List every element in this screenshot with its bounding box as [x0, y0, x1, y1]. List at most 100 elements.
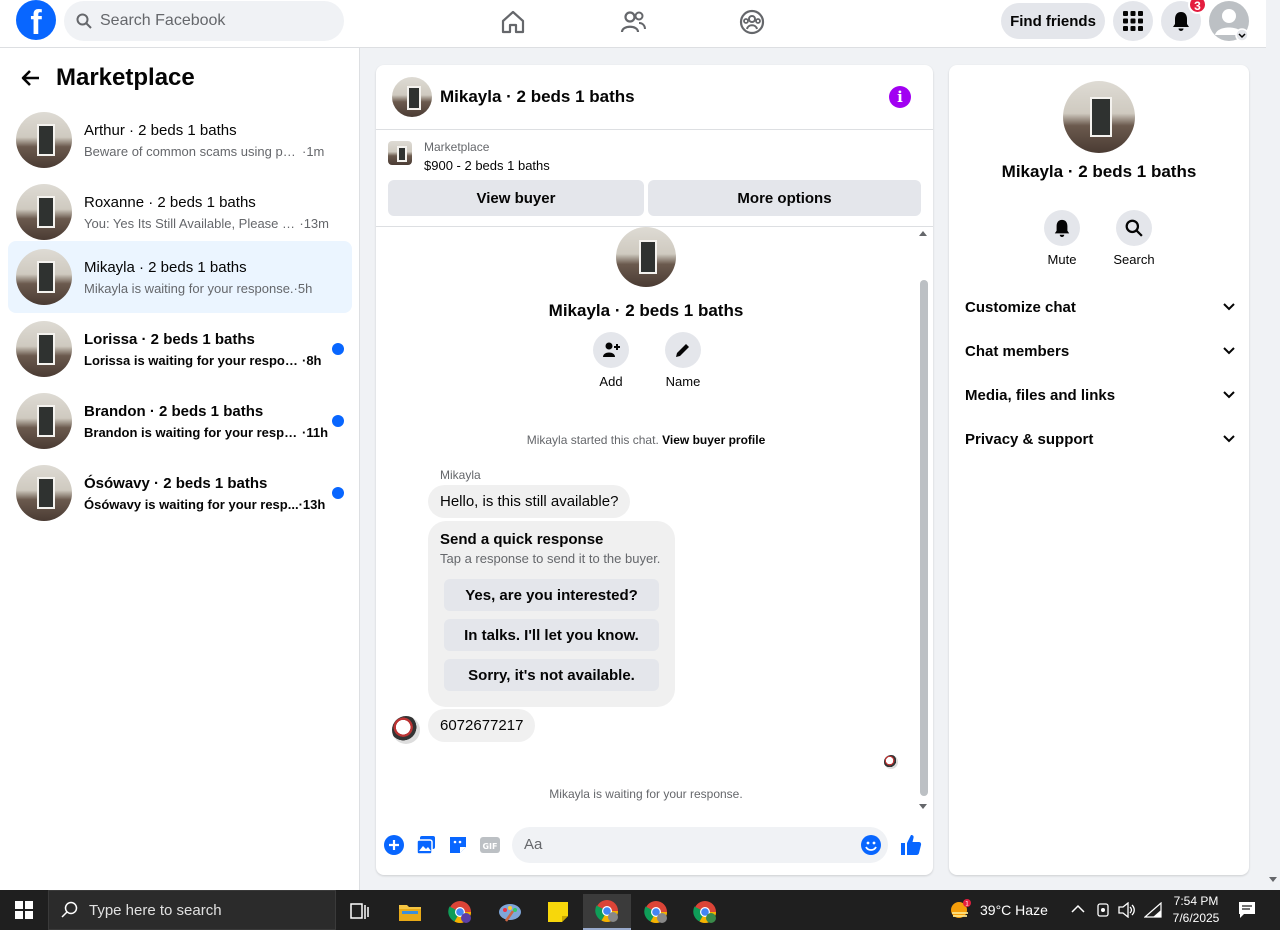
windows-logo-icon [15, 901, 33, 919]
chrome-app[interactable] [681, 894, 729, 930]
chat-started-notice: Mikayla started this chat. View buyer pr… [376, 433, 916, 447]
message-composer: GIF Aa [376, 825, 933, 865]
search-icon [1125, 219, 1143, 237]
svg-text:1: 1 [965, 901, 969, 908]
chrome-app-active[interactable] [583, 894, 631, 930]
paint-app[interactable] [486, 894, 534, 930]
conversation-list-panel: Marketplace Arthur · 2 beds 1 baths Bewa… [0, 48, 360, 890]
plus-circle-icon[interactable] [383, 834, 405, 856]
chat-members-section[interactable]: Chat members [965, 339, 1235, 363]
pencil-icon [676, 344, 689, 357]
folder-icon [399, 905, 421, 921]
sticky-note-icon [548, 902, 568, 922]
privacy-support-section[interactable]: Privacy & support [965, 427, 1235, 451]
chat-title[interactable]: Mikayla · 2 beds 1 baths [440, 87, 635, 107]
account-avatar[interactable] [1209, 1, 1249, 41]
conversation-snippet: Brandon is waiting for your respo... [84, 424, 302, 440]
notification-center-icon[interactable] [1238, 901, 1256, 919]
scroll-down-arrow-icon[interactable] [918, 803, 928, 811]
quick-response-button[interactable]: In talks. I'll let you know. [444, 619, 659, 651]
conversation-name: Arthur · 2 beds 1 baths [84, 121, 237, 139]
scroll-down-arrow-icon[interactable] [1268, 876, 1278, 884]
conversation-item[interactable]: Lorissa · 2 beds 1 baths Lorissa is wait… [8, 313, 352, 385]
conversation-name: Lorissa · 2 beds 1 baths [84, 330, 255, 348]
section-label: Customize chat [965, 298, 1076, 316]
customize-chat-section[interactable]: Customize chat [965, 295, 1235, 319]
start-button[interactable] [0, 890, 48, 930]
section-label: Privacy & support [965, 430, 1094, 448]
view-buyer-button[interactable]: View buyer [388, 180, 644, 216]
facebook-logo-icon[interactable]: f [16, 0, 56, 40]
conversation-item[interactable]: Roxanne · 2 beds 1 baths You: Yes Its St… [8, 176, 352, 248]
search-action[interactable]: Search [1104, 210, 1164, 267]
scrollbar-thumb[interactable] [920, 280, 928, 796]
listing-avatar [16, 465, 72, 521]
conversation-item[interactable]: Ósówavy · 2 beds 1 baths Ósówavy is wait… [8, 457, 352, 529]
message-input[interactable]: Aa [512, 827, 888, 863]
read-receipt-avatar [884, 755, 898, 769]
sticker-icon[interactable] [447, 834, 469, 856]
search-field[interactable]: Search Facebook [64, 1, 344, 41]
listing-avatar [16, 249, 72, 305]
meet-now-icon[interactable] [1095, 902, 1111, 918]
details-avatar [1063, 81, 1135, 153]
name-action[interactable]: Name [665, 332, 701, 389]
conversation-item[interactable]: Arthur · 2 beds 1 baths Beware of common… [8, 104, 352, 176]
chat-avatar[interactable] [392, 77, 432, 117]
view-buyer-profile-link[interactable]: View buyer profile [662, 433, 765, 447]
wifi-icon[interactable] [1144, 902, 1162, 918]
conversation-item-active[interactable]: Mikayla · 2 beds 1 baths Mikayla is wait… [8, 241, 352, 313]
listing-avatar [16, 184, 72, 240]
chrome-icon [693, 901, 716, 923]
groups-icon[interactable] [738, 8, 766, 36]
media-files-links-section[interactable]: Media, files and links [965, 383, 1235, 407]
task-view-icon [350, 903, 369, 919]
friends-icon[interactable] [619, 8, 647, 36]
gif-icon[interactable]: GIF [479, 834, 501, 856]
listing-avatar [16, 112, 72, 168]
system-clock[interactable]: 7:54 PM 7/6/2025 [1168, 893, 1224, 927]
back-arrow-icon[interactable] [20, 68, 40, 88]
chevron-down-icon [1223, 435, 1235, 443]
info-icon[interactable]: i [889, 86, 911, 108]
add-action[interactable]: Add [593, 332, 629, 389]
thumbs-up-icon[interactable] [899, 833, 923, 857]
listing-price: $900 - 2 beds 1 baths [424, 158, 550, 173]
quick-response-button[interactable]: Sorry, it's not available. [444, 659, 659, 691]
photo-icon[interactable] [415, 834, 437, 856]
intro-avatar [616, 227, 676, 287]
conversation-item[interactable]: Brandon · 2 beds 1 baths Brandon is wait… [8, 385, 352, 457]
page-scrollbar[interactable] [1266, 0, 1280, 890]
bell-icon [1054, 219, 1070, 237]
chat-scrollbar[interactable] [917, 231, 929, 811]
task-view-button[interactable] [336, 894, 384, 930]
volume-icon[interactable] [1118, 902, 1136, 918]
chevron-up-icon[interactable] [1071, 904, 1085, 914]
more-options-button[interactable]: More options [648, 180, 921, 216]
search-icon [76, 13, 92, 29]
sticky-notes-app[interactable] [534, 894, 582, 930]
emoji-icon[interactable] [860, 834, 882, 856]
find-friends-button[interactable]: Find friends [1001, 3, 1105, 39]
listing-thumbnail[interactable] [388, 141, 412, 165]
conversation-time: ·5h [293, 280, 313, 296]
weather-widget[interactable]: 1 39°C Haze [948, 890, 1048, 930]
section-label: Chat members [965, 342, 1070, 360]
notifications-button[interactable]: 3 [1161, 0, 1207, 41]
chrome-app[interactable] [632, 894, 680, 930]
file-explorer-app[interactable] [386, 894, 434, 930]
menu-button[interactable] [1113, 1, 1153, 41]
windows-taskbar: Type here to search 1 39°C Haze 7:54 PM … [0, 890, 1280, 930]
home-icon[interactable] [499, 8, 527, 36]
quick-response-button[interactable]: Yes, are you interested? [444, 579, 659, 611]
conversation-name: Ósówavy · 2 beds 1 baths [84, 474, 268, 492]
profile-silhouette-icon [1215, 9, 1249, 41]
chrome-profile-app[interactable] [436, 894, 484, 930]
taskbar-search[interactable]: Type here to search [48, 890, 336, 930]
scroll-up-arrow-icon[interactable] [918, 229, 928, 237]
name-label: Name [665, 374, 701, 389]
waiting-notice: Mikayla is waiting for your response. [549, 787, 743, 801]
mute-action[interactable]: Mute [1032, 210, 1092, 267]
quick-response-subtitle: Tap a response to send it to the buyer. [440, 551, 661, 566]
taskbar-search-placeholder: Type here to search [89, 901, 222, 919]
